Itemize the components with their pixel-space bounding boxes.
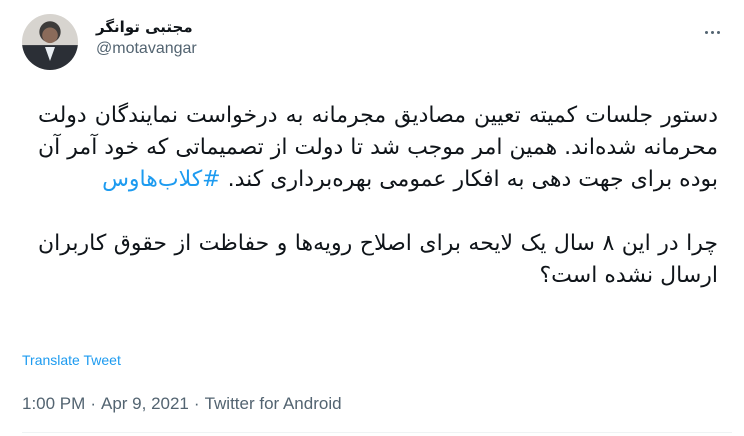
author-info: مجتبی توانگر @motavangar — [96, 18, 197, 58]
tweet-paragraph-1: دستور جلسات کمیته تعیین مصادیق مجرمانه ب… — [38, 100, 718, 196]
divider — [22, 432, 732, 433]
tweet-metadata: 1:00 PM · Apr 9, 2021 · Twitter for Andr… — [22, 394, 342, 414]
meta-separator: · — [90, 394, 96, 413]
author-handle[interactable]: @motavangar — [96, 40, 197, 58]
tweet-date[interactable]: Apr 9, 2021 — [101, 394, 189, 414]
tweet-paragraph-2: چرا در این ۸ سال یک لایحه برای اصلاح روی… — [38, 231, 719, 288]
tweet-header: مجتبی توانگر @motavangar — [22, 14, 732, 86]
more-options-icon[interactable] — [700, 20, 724, 44]
translate-tweet-link[interactable]: Translate Tweet — [22, 352, 121, 368]
author-avatar[interactable] — [22, 14, 78, 70]
tweet-time[interactable]: 1:00 PM — [22, 394, 85, 414]
tweet-card: مجتبی توانگر @motavangar دستور جلسات کمی… — [0, 0, 744, 436]
author-display-name[interactable]: مجتبی توانگر — [96, 18, 197, 36]
tweet-text: دستور جلسات کمیته تعیین مصادیق مجرمانه ب… — [38, 100, 718, 292]
tweet-source[interactable]: Twitter for Android — [205, 394, 342, 414]
hashtag-link[interactable]: #کلاب‌هاوس — [102, 167, 221, 192]
meta-separator: · — [193, 394, 200, 413]
